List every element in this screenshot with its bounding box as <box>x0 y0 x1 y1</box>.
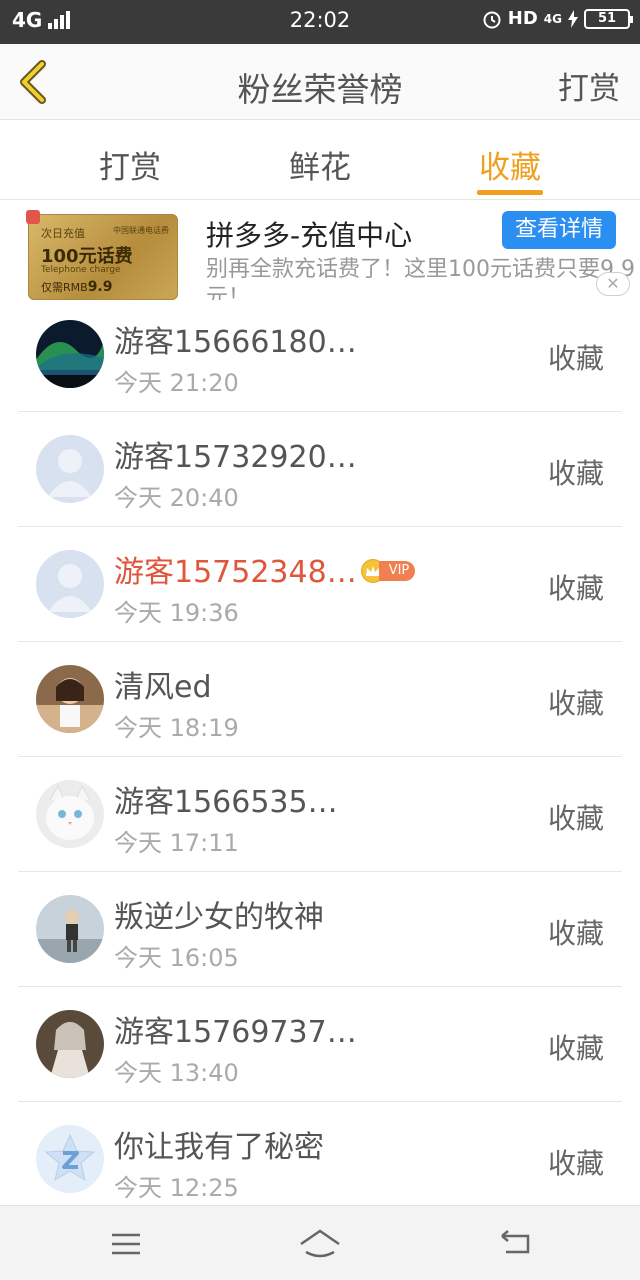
status-bar: 4G 22:02 HD 4G 51 <box>0 0 640 44</box>
avatar[interactable] <box>36 320 104 388</box>
timestamp: 今天 21:20 <box>114 369 239 397</box>
home-icon <box>300 1229 340 1258</box>
timestamp: 今天 19:36 <box>114 599 239 627</box>
favorite-action-label: 收藏 <box>547 1147 604 1180</box>
system-nav-bar <box>0 1205 640 1280</box>
user-name: 游客15732920… <box>114 432 357 476</box>
list-item[interactable]: 游客15769737… 今天 13:40 收藏 <box>18 987 622 1102</box>
favorite-action-label: 收藏 <box>547 802 604 835</box>
user-name: 游客15752348… VIP <box>114 547 416 591</box>
ad-image: 次日充值 中国联通电话费 100元话费 Telephone charge 仅需R… <box>28 214 178 300</box>
battery-icon: 51 <box>584 8 633 29</box>
menu-button[interactable] <box>106 1226 146 1262</box>
page-title: 粉丝荣誉榜 <box>237 70 403 109</box>
list-item[interactable]: 游客15752348… VIP 今天 19:36 收藏 <box>18 527 622 642</box>
avatar[interactable] <box>36 1125 104 1193</box>
ad-logo-icon <box>26 210 40 224</box>
favorite-action-label: 收藏 <box>547 1032 604 1065</box>
timestamp: 今天 17:11 <box>114 829 239 857</box>
avatar[interactable] <box>36 435 104 503</box>
list-item[interactable]: 叛逆少女的牧神今天 16:05 收藏 <box>18 872 622 987</box>
home-button[interactable] <box>298 1226 342 1262</box>
app-header: 粉丝荣誉榜 打赏 <box>0 44 640 120</box>
user-name-text: 游客15732920… <box>114 440 357 475</box>
timestamp: 今天 16:05 <box>114 944 239 972</box>
user-name: 清风ed <box>114 662 212 706</box>
alarm-icon <box>483 11 501 28</box>
back-icon <box>501 1230 530 1254</box>
vip-badge: VIP <box>360 558 416 583</box>
ad-card-price: 仅需RMB9.9 <box>41 279 113 295</box>
user-name: 游客15769737… <box>114 1007 357 1051</box>
tab-bar: 打赏 鲜花 收藏 <box>0 120 640 200</box>
list-item[interactable]: 游客15732920… 今天 20:40 收藏 <box>18 412 622 527</box>
network-type-2: 4G <box>543 11 562 26</box>
avatar[interactable] <box>36 665 104 733</box>
vip-label: VIP <box>378 560 416 581</box>
user-name-text: 游客1566535… <box>114 785 338 820</box>
ad-title: 拼多多-充值中心 <box>206 219 413 252</box>
tip-button[interactable]: 打赏 <box>558 63 620 108</box>
tab-favorites[interactable]: 收藏 <box>450 142 570 187</box>
favorite-action-label: 收藏 <box>547 687 604 720</box>
user-name: 游客1566535… <box>114 777 338 821</box>
ad-card-text: Telephone charge <box>41 265 121 275</box>
user-name-text: 游客15752348… <box>114 555 357 590</box>
menu-icon <box>112 1233 140 1255</box>
favorites-list: 游客15666180… 今天 21:20 收藏 游客15732920… 今天 20:40… <box>0 297 640 1217</box>
avatar[interactable] <box>36 1010 104 1078</box>
avatar[interactable] <box>36 895 104 963</box>
back-nav-button[interactable] <box>496 1226 536 1262</box>
ad-card-text: 中国联通电话费 <box>113 226 169 235</box>
user-name: 叛逆少女的牧神 <box>114 892 324 936</box>
user-name-text: 游客15666180… <box>114 325 357 360</box>
favorite-action-label: 收藏 <box>547 917 604 950</box>
tab-flowers[interactable]: 鲜花 <box>260 142 380 187</box>
close-icon[interactable]: ✕ <box>596 272 630 296</box>
user-name: 你让我有了秘密 <box>114 1122 324 1166</box>
timestamp: 今天 12:25 <box>114 1174 239 1202</box>
list-item[interactable]: 清风ed 今天 18:19 收藏 <box>18 642 622 757</box>
tab-tip[interactable]: 打赏 <box>70 142 190 187</box>
timestamp: 今天 13:40 <box>114 1059 239 1087</box>
user-name-text: 清风ed <box>114 670 212 705</box>
ad-card-text: 仅需RMB <box>41 281 88 294</box>
ad-description: 别再全款充话费了！这里100元话费只要9.9元！ <box>206 257 635 300</box>
user-name-text: 游客15769737… <box>114 1015 357 1050</box>
user-name-text: 叛逆少女的牧神 <box>114 900 324 935</box>
favorite-action-label: 收藏 <box>547 572 604 605</box>
active-tab-indicator <box>477 190 543 195</box>
list-item[interactable]: 你让我有了秘密今天 12:25 收藏 <box>18 1102 622 1217</box>
favorite-action-label: 收藏 <box>547 342 604 375</box>
status-icons: HD 4G 51 <box>482 8 633 29</box>
ad-details-button[interactable]: 查看详情 <box>502 211 616 249</box>
ad-card-text: 次日充值 <box>41 227 85 240</box>
ad-banner[interactable]: 次日充值 中国联通电话费 100元话费 Telephone charge 仅需R… <box>0 200 640 300</box>
timestamp: 今天 20:40 <box>114 484 239 512</box>
avatar[interactable] <box>36 780 104 848</box>
avatar[interactable] <box>36 550 104 618</box>
ad-card-text: 9.9 <box>87 279 113 295</box>
favorite-action-label: 收藏 <box>547 457 604 490</box>
list-item[interactable]: 游客1566535… 今天 17:11 收藏 <box>18 757 622 872</box>
timestamp: 今天 18:19 <box>114 714 239 742</box>
user-name: 游客15666180… <box>114 317 357 361</box>
hd-indicator: HD <box>507 8 538 29</box>
list-item[interactable]: 游客15666180… 今天 21:20 收藏 <box>18 297 622 412</box>
charging-icon <box>568 9 578 28</box>
user-name-text: 你让我有了秘密 <box>114 1130 324 1165</box>
